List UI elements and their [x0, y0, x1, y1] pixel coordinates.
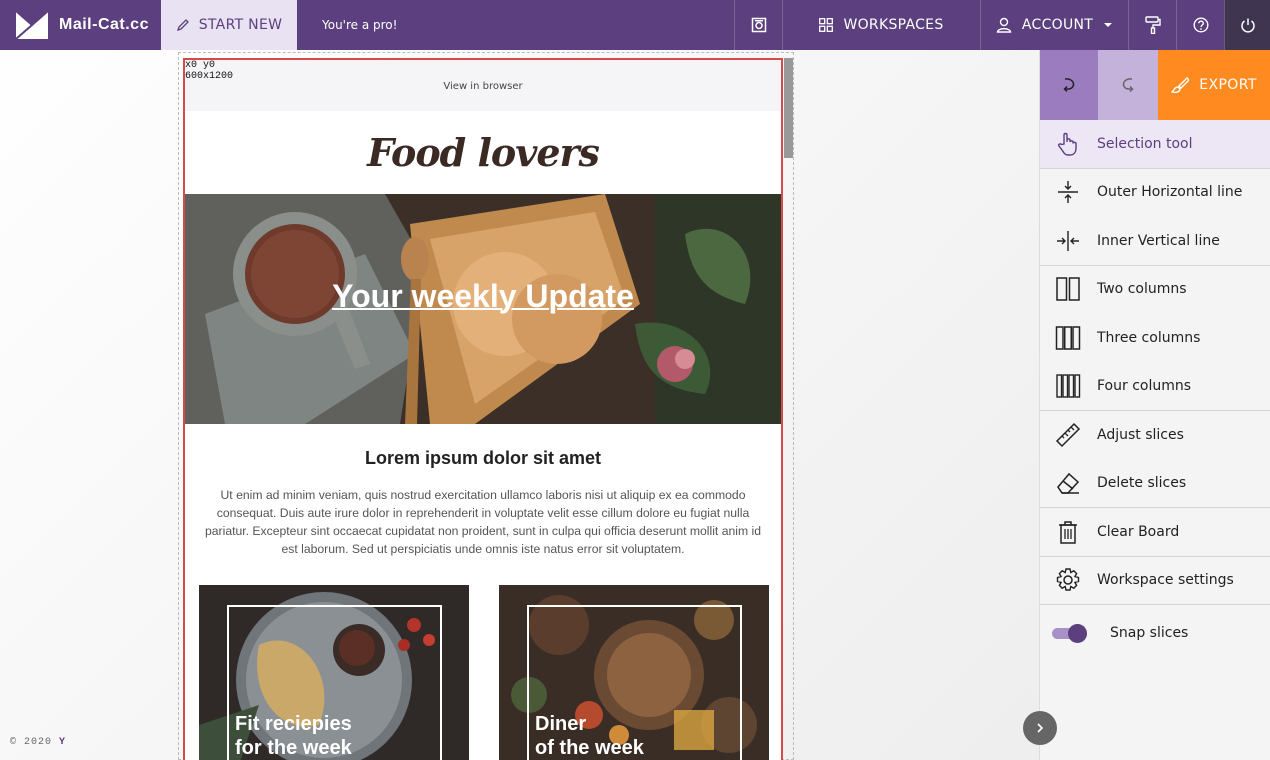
coords-position: x0 y0 [185, 60, 216, 71]
panel-actions: EXPORT [1040, 50, 1270, 120]
snap-slices-toggle[interactable] [1052, 623, 1087, 643]
tool-four-columns[interactable]: Four columns [1040, 363, 1270, 411]
canvas-scrollbar[interactable] [784, 58, 793, 158]
paint-roller-icon [1144, 16, 1161, 34]
tool-label: Snap slices [1110, 624, 1189, 641]
account-button[interactable]: ACCOUNT [980, 0, 1128, 50]
chevron-down-icon [1104, 23, 1113, 27]
grid-icon [819, 18, 834, 32]
toggle-knob [1068, 623, 1087, 643]
copyright: © 2020 [10, 737, 53, 748]
tool-label: Four columns [1097, 378, 1192, 395]
footer: © 2020 Y [10, 737, 66, 748]
card-title: Fit reciepies for the week [235, 713, 352, 759]
footer-mark[interactable]: Y [59, 737, 66, 748]
card-diner: Diner of the week [499, 585, 769, 760]
tool-three-columns[interactable]: Three columns [1040, 314, 1270, 363]
tool-label: Inner Vertical line [1097, 232, 1220, 249]
ruler-icon [1055, 422, 1081, 447]
card-fit-recipes: Fit reciepies for the week [199, 585, 469, 760]
tool-workspace-settings[interactable]: Workspace settings [1040, 557, 1270, 605]
hero-image: Your weekly Update [185, 194, 781, 424]
help-icon [1192, 17, 1209, 33]
tool-label: Adjust slices [1097, 426, 1184, 443]
card-title: Diner of the week [535, 713, 644, 759]
undo-icon [1063, 78, 1075, 93]
workspaces-label: WORKSPACES [843, 17, 944, 33]
tool-delete-slices[interactable]: Delete slices [1040, 460, 1270, 508]
mail-cat-logo-icon [15, 10, 49, 40]
tool-snap-slices[interactable]: Snap slices [1040, 605, 1270, 661]
intro-section: Lorem ipsum dolor sit amet Ut enim ad mi… [185, 424, 781, 558]
trash-icon [1059, 521, 1077, 544]
horizontal-split-icon [1058, 181, 1078, 204]
user-icon [996, 17, 1012, 33]
tools-panel: EXPORT Selection tool Outer Horizontal l… [1039, 50, 1270, 760]
tool-label: Outer Horizontal line [1097, 184, 1243, 201]
tool-two-columns[interactable]: Two columns [1040, 266, 1270, 315]
gear-icon [1056, 568, 1080, 591]
logout-button[interactable] [1224, 0, 1270, 50]
status-text: You're a pro! [322, 18, 398, 32]
card-row: Fit reciepies for the week Diner of the … [199, 585, 769, 760]
redo-icon [1122, 78, 1134, 93]
tool-label: Three columns [1097, 329, 1201, 346]
top-bar: Mail-Cat.cc START NEW You're a pro! WORK… [0, 0, 1270, 50]
export-button[interactable]: EXPORT [1158, 50, 1270, 120]
email-preview[interactable]: View in browser Food lovers Your weekly … [183, 58, 783, 760]
hand-pointer-icon [1058, 132, 1077, 156]
tool-clear-board[interactable]: Clear Board [1040, 508, 1270, 557]
collapse-panel-button[interactable] [1023, 711, 1057, 745]
tool-label: Delete slices [1097, 475, 1187, 492]
slice-coordinates: x0 y0 600x1200 [185, 60, 233, 82]
chevron-right-icon [1037, 723, 1044, 733]
tool-selection[interactable]: Selection tool [1040, 120, 1270, 169]
brush-icon [1171, 77, 1190, 94]
help-button[interactable] [1176, 0, 1224, 50]
tool-label: Selection tool [1097, 135, 1193, 152]
intro-heading: Lorem ipsum dolor sit amet [364, 448, 602, 468]
tool-label: Two columns [1097, 281, 1187, 298]
tool-label: Clear Board [1097, 523, 1180, 540]
tool-outer-horizontal-line[interactable]: Outer Horizontal line [1040, 169, 1270, 218]
undo-button[interactable] [1040, 50, 1098, 120]
redo-button[interactable] [1098, 50, 1158, 120]
tool-inner-vertical-line[interactable]: Inner Vertical line [1040, 217, 1270, 266]
export-label: EXPORT [1199, 77, 1257, 93]
view-in-browser-link[interactable]: View in browser [185, 60, 781, 111]
preview-icon [751, 17, 766, 33]
start-new-label: START NEW [198, 17, 283, 33]
pencil-icon [176, 19, 189, 32]
hero-title: Your weekly Update [332, 278, 634, 314]
tool-adjust-slices[interactable]: Adjust slices [1040, 411, 1270, 460]
start-new-button[interactable]: START NEW [161, 0, 297, 50]
four-columns-icon [1056, 374, 1081, 398]
logo[interactable]: Mail-Cat.cc [0, 0, 161, 50]
vertical-split-icon [1057, 230, 1079, 251]
eraser-icon [1057, 473, 1080, 494]
intro-body: Ut enim ad minim veniam, quis nostrud ex… [205, 488, 761, 556]
paint-roller-button[interactable] [1128, 0, 1176, 50]
two-columns-icon [1056, 277, 1080, 301]
preview-button[interactable] [734, 0, 782, 50]
power-icon [1240, 18, 1255, 33]
account-label: ACCOUNT [1021, 17, 1094, 33]
email-brand-title: Food lovers [367, 130, 600, 175]
three-columns-icon [1055, 326, 1081, 350]
tool-label: Workspace settings [1097, 572, 1234, 589]
brand-name: Mail-Cat.cc [59, 16, 149, 33]
coords-size: 600x1200 [185, 71, 234, 82]
workspaces-button[interactable]: WORKSPACES [782, 0, 980, 50]
